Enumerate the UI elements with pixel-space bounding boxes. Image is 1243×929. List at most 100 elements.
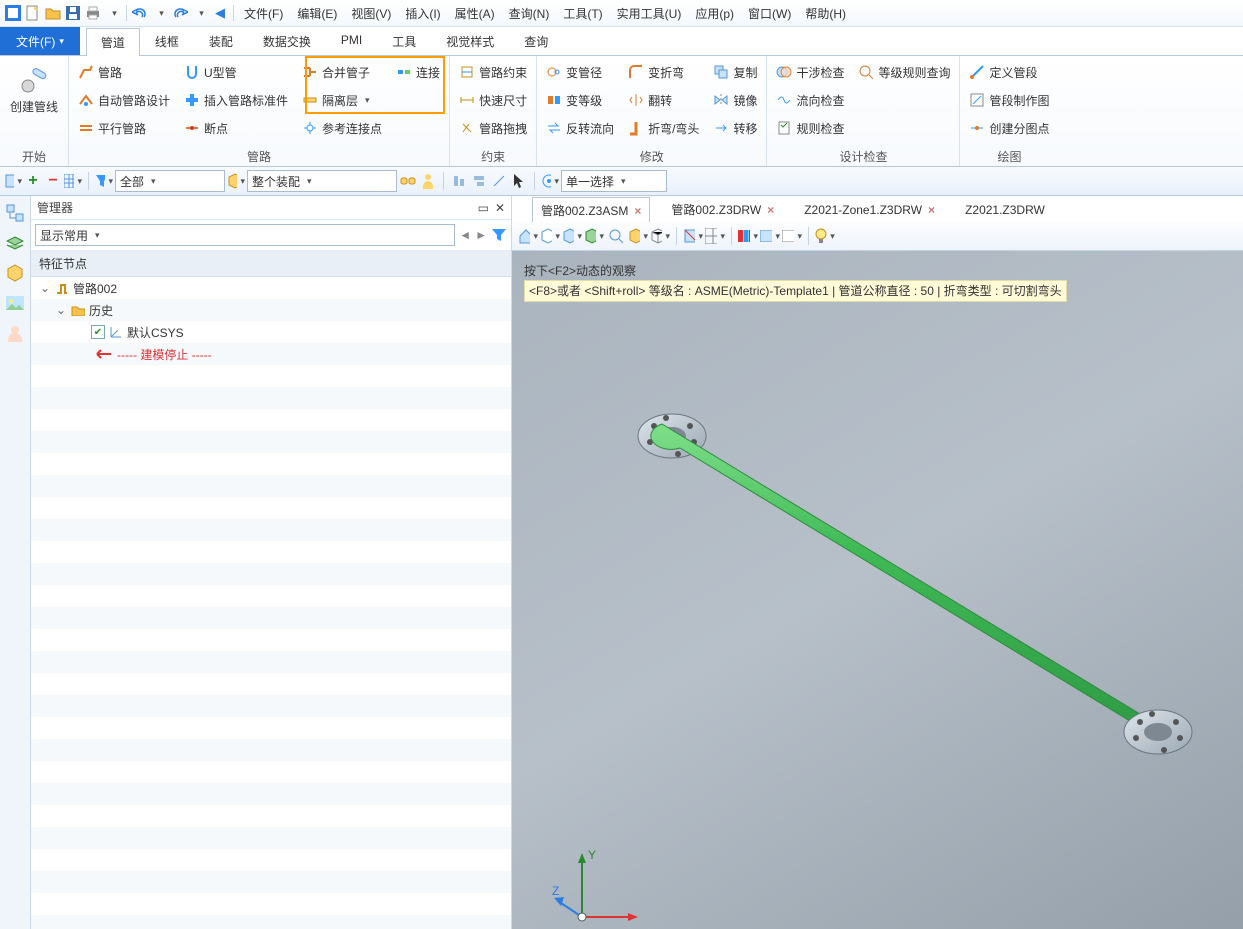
ribbon-tab-visual[interactable]: 视觉样式	[431, 27, 509, 55]
menu-util[interactable]: 实用工具(U)	[611, 3, 688, 24]
ribbon-tab-pipe[interactable]: 管道	[86, 28, 140, 56]
connect-button[interactable]: 连接	[393, 58, 443, 86]
route-drag-button[interactable]: 管路拖拽	[456, 114, 530, 142]
doc-tab-0[interactable]: 管路002.Z3ASM×	[532, 197, 650, 223]
person-icon[interactable]	[419, 172, 437, 190]
transfer-button[interactable]: 转移	[710, 114, 760, 142]
flip-button[interactable]: 翻转	[625, 86, 702, 114]
display-mode-combo[interactable]: 显示常用	[35, 224, 455, 246]
close-panel-icon[interactable]: ✕	[495, 201, 505, 215]
break-point-button[interactable]: 断点	[181, 114, 291, 142]
create-split-point-button[interactable]: 创建分图点	[966, 114, 1052, 142]
filter-combo-2[interactable]: 整个装配	[247, 170, 397, 192]
select-mode-combo[interactable]: 单一选择	[561, 170, 667, 192]
flow-check-button[interactable]: 流向检查	[773, 86, 847, 114]
open-icon[interactable]	[44, 4, 62, 22]
ribbon-tab-tools[interactable]: 工具	[377, 27, 431, 55]
ribbon-tab-asm[interactable]: 装配	[194, 27, 248, 55]
create-pipeline-button[interactable]: 创建管线	[6, 58, 62, 147]
menu-file[interactable]: 文件(F)	[238, 3, 289, 24]
feature-tree[interactable]: ⌄管路002 ⌄历史 ✔默认CSYS ----- 建模停止 -----	[31, 277, 511, 929]
view-home-icon[interactable]	[518, 226, 538, 246]
play-icon[interactable]: ◀	[211, 4, 229, 22]
tree-modeling-stop[interactable]: ----- 建模停止 -----	[31, 343, 511, 365]
remove-icon[interactable]: −	[44, 172, 62, 190]
next-icon[interactable]: ►	[475, 228, 487, 242]
reverse-flow-button[interactable]: 反转流向	[543, 114, 617, 142]
ribbon-tab-wire[interactable]: 线框	[140, 27, 194, 55]
funnel-icon[interactable]	[95, 172, 113, 190]
change-bend-button[interactable]: 变折弯	[625, 58, 702, 86]
print-icon[interactable]	[84, 4, 102, 22]
filter-combo-1[interactable]: 全部	[115, 170, 225, 192]
menu-window[interactable]: 窗口(W)	[742, 3, 797, 24]
align1-icon[interactable]	[450, 172, 468, 190]
view-grid-icon[interactable]	[705, 226, 725, 246]
layer-tab-icon[interactable]	[4, 232, 26, 254]
view-zoom-icon[interactable]	[606, 226, 626, 246]
close-icon[interactable]: ×	[767, 203, 774, 217]
insert-std-part-button[interactable]: 插入管路标准件	[181, 86, 291, 114]
menu-view[interactable]: 视图(V)	[345, 3, 397, 24]
save-icon[interactable]	[64, 4, 82, 22]
file-tab[interactable]: 文件(F)▾	[0, 27, 80, 55]
menu-insert[interactable]: 插入(I)	[399, 3, 446, 24]
close-icon[interactable]: ×	[634, 204, 641, 218]
view-shade-icon[interactable]	[628, 226, 648, 246]
new-icon[interactable]	[24, 4, 42, 22]
tree-csys[interactable]: ✔默认CSYS	[31, 321, 511, 343]
restore-icon[interactable]: ▭	[478, 201, 489, 215]
user-tab-icon[interactable]	[4, 322, 26, 344]
menu-attr[interactable]: 属性(A)	[449, 3, 501, 24]
route-button[interactable]: 管路	[75, 58, 173, 86]
view-section-icon[interactable]	[683, 226, 703, 246]
view-bulb-icon[interactable]	[815, 226, 835, 246]
align2-icon[interactable]	[470, 172, 488, 190]
link-icon[interactable]	[399, 172, 417, 190]
interference-check-button[interactable]: 干涉检查	[773, 58, 847, 86]
change-diameter-button[interactable]: 变管径	[543, 58, 617, 86]
viewport[interactable]: 管路002.Z3ASM× 管路002.Z3DRW× Z2021-Zone1.Z3…	[512, 196, 1243, 929]
add-icon[interactable]: +	[24, 172, 42, 190]
u-tube-button[interactable]: U型管	[181, 58, 291, 86]
filter-funnel-icon[interactable]	[491, 227, 507, 243]
menu-edit[interactable]: 编辑(E)	[291, 3, 343, 24]
view-cube3-icon[interactable]	[584, 226, 604, 246]
rule-check-button[interactable]: 规则检查	[773, 114, 847, 142]
menu-query[interactable]: 查询(N)	[503, 3, 556, 24]
isolation-layer-button[interactable]: 隔离层	[299, 86, 385, 114]
view-wire-icon[interactable]	[650, 226, 670, 246]
tree-tab-icon[interactable]	[4, 202, 26, 224]
menu-app[interactable]: 应用(p)	[689, 3, 740, 24]
auto-route-button[interactable]: 自动管路设计	[75, 86, 173, 114]
menu-tools[interactable]: 工具(T)	[557, 3, 608, 24]
doc-tab-1[interactable]: 管路002.Z3DRW×	[662, 196, 783, 222]
doc-tab-3[interactable]: Z2021.Z3DRW	[956, 196, 1054, 222]
route-constraint-button[interactable]: 管路约束	[456, 58, 530, 86]
bend-elbow-button[interactable]: 折弯/弯头	[625, 114, 702, 142]
cube-filter-icon[interactable]	[227, 172, 245, 190]
change-class-button[interactable]: 变等级	[543, 86, 617, 114]
quick-dim-button[interactable]: 快速尺寸	[456, 86, 530, 114]
ribbon-tab-query[interactable]: 查询	[509, 27, 563, 55]
parallel-route-button[interactable]: 平行管路	[75, 114, 173, 142]
cursor-icon[interactable]	[510, 172, 528, 190]
redo-dropdown[interactable]	[191, 4, 209, 22]
mirror-button[interactable]: 镜像	[710, 86, 760, 114]
ref-connect-point-button[interactable]: 参考连接点	[299, 114, 385, 142]
tree-history[interactable]: ⌄历史	[31, 299, 511, 321]
define-segment-button[interactable]: 定义管段	[966, 58, 1052, 86]
prev-icon[interactable]: ◄	[459, 228, 471, 242]
qa-dropdown[interactable]	[104, 4, 122, 22]
view-cube1-icon[interactable]	[540, 226, 560, 246]
entity-filter-icon[interactable]	[4, 172, 22, 190]
undo-icon[interactable]	[131, 4, 149, 22]
class-rule-query-button[interactable]: 等级规则查询	[855, 58, 953, 86]
ribbon-tab-pmi[interactable]: PMI	[326, 27, 377, 55]
scene-tab-icon[interactable]	[4, 292, 26, 314]
view-screen-icon[interactable]	[760, 226, 780, 246]
view-palette-icon[interactable]	[738, 226, 758, 246]
view-cube2-icon[interactable]	[562, 226, 582, 246]
grid-filter-icon[interactable]	[64, 172, 82, 190]
close-icon[interactable]: ×	[928, 203, 935, 217]
